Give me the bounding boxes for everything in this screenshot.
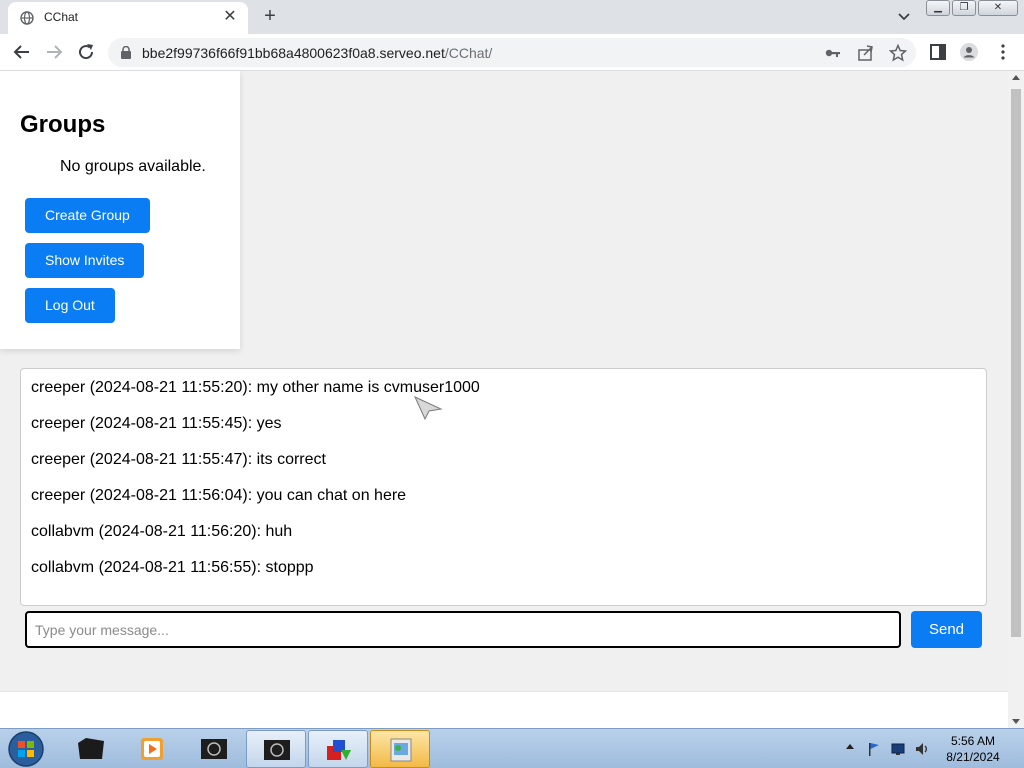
close-window-icon[interactable]: ✕ (978, 0, 1018, 16)
lock-icon[interactable] (120, 46, 132, 59)
back-arrow-icon[interactable] (10, 40, 34, 64)
chat-message: collabvm (2024-08-21 11:56:20): huh (31, 523, 293, 540)
address-bar[interactable]: bbe2f99736f66f91bb68a4800623f0a8.serveo.… (108, 38, 916, 67)
network-icon[interactable] (890, 741, 906, 757)
groups-empty-message: No groups available. (60, 158, 206, 175)
windows-taskbar: 5:56 AM 8/21/2024 (0, 728, 1024, 768)
chat-message: creeper (2024-08-21 11:56:04): you can c… (31, 487, 407, 504)
scroll-down-arrow-icon[interactable] (1012, 719, 1020, 724)
page-scrollbar[interactable] (1008, 71, 1024, 728)
browser-toolbar: bbe2f99736f66f91bb68a4800623f0a8.serveo.… (0, 34, 1024, 71)
monitor-app-icon (264, 740, 290, 760)
chat-message: collabvm (2024-08-21 11:56:55): stoppp (31, 559, 314, 576)
taskbar-app-5[interactable] (308, 730, 368, 768)
chat-message: creeper (2024-08-21 11:55:47): its corre… (31, 451, 326, 468)
scroll-thumb[interactable] (1011, 89, 1021, 637)
taskbar-app-2[interactable] (122, 730, 182, 768)
volume-icon[interactable] (914, 741, 930, 757)
share-icon[interactable] (857, 44, 875, 62)
start-orb-icon[interactable] (6, 730, 46, 768)
window-controls: ▁ ❐ ✕ (926, 0, 1018, 18)
key-icon[interactable] (824, 44, 842, 62)
taskbar-app-3[interactable] (184, 730, 244, 768)
tab-title: CChat (44, 10, 79, 24)
kebab-menu-icon[interactable] (993, 42, 1013, 62)
groups-title: Groups (20, 111, 106, 138)
taskbar-clock[interactable]: 5:56 AM 8/21/2024 (940, 733, 1006, 765)
show-invites-button[interactable]: Show Invites (25, 243, 145, 278)
media-player-icon (141, 738, 163, 760)
message-input[interactable] (25, 611, 901, 648)
terminal-box-icon (78, 738, 104, 759)
tab-close-icon[interactable]: ✕ (220, 7, 240, 27)
side-panel-icon[interactable] (928, 42, 948, 62)
reload-icon[interactable] (74, 40, 98, 64)
globe-icon (20, 11, 34, 25)
restore-icon[interactable]: ❐ (952, 0, 976, 16)
chat-message: creeper (2024-08-21 11:55:45): yes (31, 415, 282, 432)
url-text: bbe2f99736f66f91bb68a4800623f0a8.serveo.… (142, 45, 492, 61)
scroll-up-arrow-icon[interactable] (1012, 75, 1020, 80)
clock-time: 5:56 AM (950, 734, 996, 748)
taskbar-app-4[interactable] (246, 730, 306, 768)
page-viewport: Groups No groups available. Create Group… (0, 71, 1008, 728)
create-group-button[interactable]: Create Group (25, 198, 150, 233)
taskbar-app-1[interactable] (60, 730, 120, 768)
new-tab-icon[interactable]: + (258, 4, 282, 28)
monitor-app-icon (201, 739, 227, 759)
groups-panel: Groups No groups available. Create Group… (0, 71, 240, 349)
minimize-icon[interactable]: ▁ (926, 0, 950, 16)
paint-app-icon (390, 738, 412, 762)
bookmark-star-icon[interactable] (889, 44, 907, 62)
show-hidden-icons-arrow-icon[interactable] (846, 744, 854, 749)
browser-tab[interactable]: CChat ✕ (8, 2, 248, 34)
url-host: bbe2f99736f66f91bb68a4800623f0a8.serveo.… (142, 45, 445, 61)
url-path: /CChat/ (444, 45, 493, 61)
send-button[interactable]: Send (911, 611, 982, 648)
clock-date: 8/21/2024 (946, 750, 1000, 764)
log-out-button[interactable]: Log Out (25, 288, 115, 323)
page-footer (0, 691, 1008, 728)
chat-messages[interactable]: creeper (2024-08-21 11:55:20): my other … (20, 368, 987, 606)
action-center-flag-icon[interactable] (866, 741, 882, 757)
mouse-pointer-icon (413, 395, 443, 421)
shapes-app-icon (327, 740, 351, 760)
browser-tab-strip: CChat ✕ + ▁ ❐ ✕ (0, 0, 1024, 34)
taskbar-app-6[interactable] (370, 730, 430, 768)
forward-arrow-icon[interactable] (42, 40, 66, 64)
profile-avatar-icon[interactable] (959, 42, 979, 62)
tab-search-chevron-icon[interactable] (894, 8, 914, 26)
